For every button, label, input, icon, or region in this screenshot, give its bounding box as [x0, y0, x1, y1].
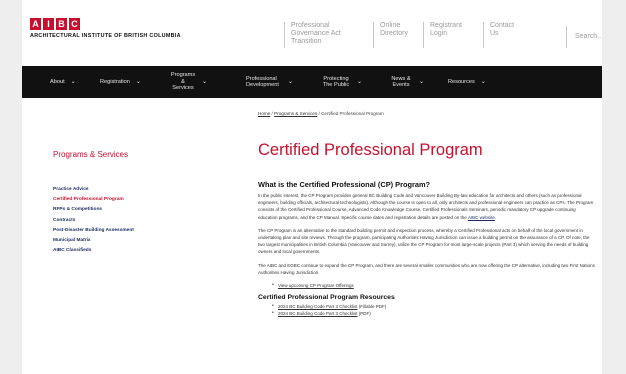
sidebar-item-contracts[interactable]: Contracts: [53, 216, 134, 226]
logo-letter: I: [43, 18, 54, 30]
section-heading: What is the Certified Professional (CP) …: [258, 180, 431, 189]
resource-suffix: (Fillable PDF): [357, 304, 387, 310]
nav-item-label: News & Events: [391, 75, 411, 89]
sidebar-menu: Practice Advice Certified Professional P…: [53, 185, 134, 256]
chevron-down-icon: ⌄: [70, 78, 76, 85]
paragraph-text: In the public interest, the CP Program p…: [258, 193, 594, 220]
logo-letter: C: [69, 18, 80, 30]
nav-item-label: Programs & Services: [170, 72, 196, 92]
util-link-registrant-login[interactable]: Registrant Login: [423, 22, 483, 48]
nav-item-label: Protecting The Public: [322, 75, 350, 89]
upcoming-offerings-link[interactable]: View upcoming CP Program Offerings: [278, 283, 354, 288]
chevron-down-icon: ⌄: [357, 78, 363, 85]
breadcrumb-current: Certified Professional Program: [321, 111, 384, 116]
main-content: What is the Certified Professional (CP) …: [258, 180, 596, 317]
aibc-logo[interactable]: A I B C ARCHITECTURAL INSTITUTE OF BRITI…: [30, 18, 181, 39]
sidebar-item-municipal-matrix[interactable]: Municipal Matrix: [53, 236, 134, 246]
sidebar-item-rfps-competitions[interactable]: RFPs & Competitions: [53, 205, 134, 215]
nav-item-label: Resources: [448, 78, 475, 85]
breadcrumb: Home / Programs & Services / Certified P…: [258, 111, 384, 116]
chevron-down-icon: ⌄: [288, 78, 294, 85]
logo-wordmark: ARCHITECTURAL INSTITUTE OF BRITISH COLUM…: [30, 33, 181, 39]
nav-item-programs-services[interactable]: Programs & Services ⌄: [170, 66, 207, 98]
logo-letter: B: [56, 18, 67, 30]
intro-paragraph: In the public interest, the CP Program p…: [258, 193, 594, 220]
sidebar-item-post-disaster-assessment[interactable]: Post-Disaster Building Assessment: [53, 226, 134, 236]
nav-item-label: Professional Development: [246, 75, 279, 89]
list-item: View upcoming CP Program Offerings: [258, 282, 596, 289]
nav-item-news-events[interactable]: News & Events ⌄: [389, 66, 424, 98]
utility-links: Professional Governance Act Transition O…: [284, 22, 529, 48]
list-item: 2024 BC Building Code Part 3 Checklist (…: [258, 303, 596, 310]
sidebar-title: Programs & Services: [53, 150, 129, 159]
nav-item-registration[interactable]: Registration ⌄: [100, 66, 141, 98]
resource-link[interactable]: 2024 BC Building Code Part 3 Checklist: [278, 304, 358, 309]
resource-link[interactable]: 2024 BC Building Code Part 3 Checklist: [278, 311, 358, 316]
search-input[interactable]: Search...: [566, 26, 602, 48]
nav-item-label: About: [50, 78, 65, 85]
nav-item-professional-development[interactable]: Professional Development ⌄: [246, 66, 293, 98]
page-title: Certified Professional Program: [258, 141, 483, 159]
chevron-down-icon: ⌄: [419, 78, 425, 85]
util-link-contact-us[interactable]: Contact Us: [483, 22, 529, 48]
nav-item-protecting-the-public[interactable]: Protecting The Public ⌄: [321, 66, 362, 98]
logo-letters: A I B C: [30, 18, 181, 30]
aibc-website-link[interactable]: AIBC website: [468, 215, 495, 220]
chevron-down-icon: ⌄: [202, 78, 208, 85]
chevron-down-icon: ⌄: [135, 78, 141, 85]
site-header: A I B C ARCHITECTURAL INSTITUTE OF BRITI…: [22, 0, 602, 64]
resource-suffix: (PDF): [357, 311, 371, 317]
logo-letter: A: [30, 18, 41, 30]
breadcrumb-programs-services[interactable]: Programs & Services: [274, 111, 317, 116]
sidebar-item-practice-advice[interactable]: Practice Advice: [53, 185, 134, 195]
nav-item-label: Registration: [100, 78, 130, 85]
util-link-pga-transition[interactable]: Professional Governance Act Transition: [284, 22, 373, 48]
list-item: 2024 BC Building Code Part 3 Checklist (…: [258, 310, 596, 317]
resources-heading: Certified Professional Program Resources: [258, 294, 395, 302]
nav-item-resources[interactable]: Resources ⌄: [448, 66, 486, 98]
alternative-paragraph: The CP Program is an alternative to the …: [258, 227, 590, 255]
main-nav: About ⌄ Registration ⌄ Programs & Servic…: [22, 66, 602, 98]
page: A I B C ARCHITECTURAL INSTITUTE OF BRITI…: [22, 0, 602, 374]
expansion-paragraph: The AIBC and EGBC continue to expand the…: [258, 262, 595, 275]
nav-item-about[interactable]: About ⌄: [50, 66, 76, 98]
sidebar-item-certified-professional-program[interactable]: Certified Professional Program: [53, 195, 134, 205]
util-link-online-directory[interactable]: Online Directory: [373, 22, 423, 48]
chevron-down-icon: ⌄: [480, 78, 486, 85]
breadcrumb-home[interactable]: Home: [258, 111, 270, 116]
sidebar-item-aibc-classifieds[interactable]: AIBC Classifieds: [53, 246, 134, 256]
